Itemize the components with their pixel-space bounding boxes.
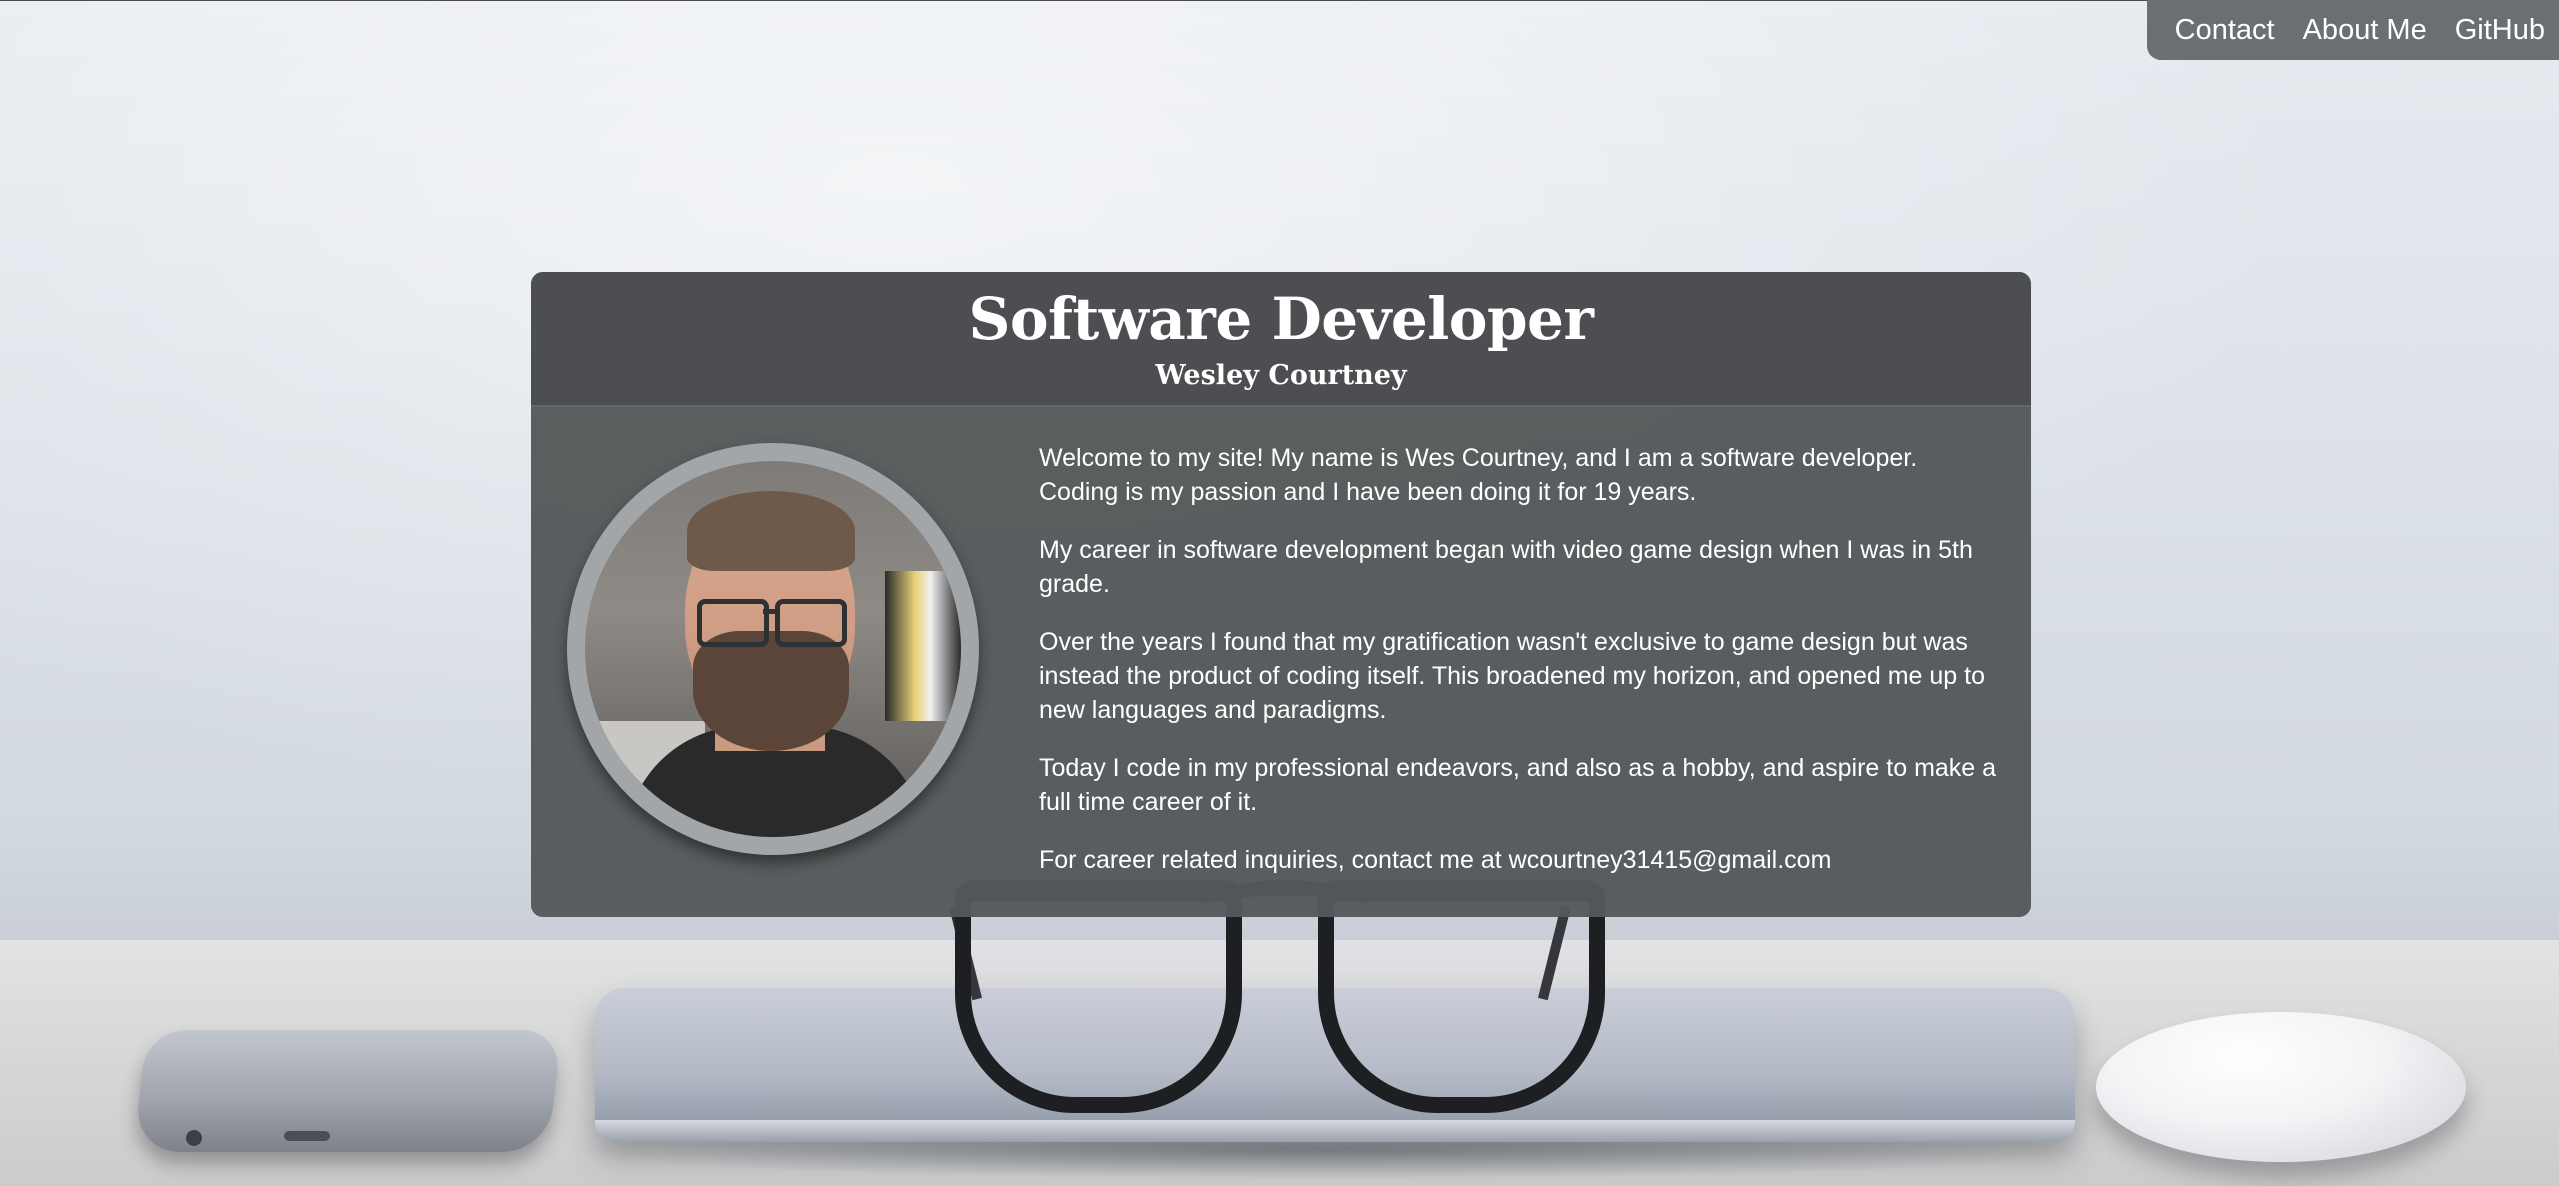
nav-contact-link[interactable]: Contact <box>2161 0 2289 60</box>
about-paragraph: Welcome to my site! My name is Wes Court… <box>1039 444 1918 506</box>
nav-about-me-link[interactable]: About Me <box>2289 0 2441 60</box>
about-card: Software Developer Wesley Courtney Welco… <box>531 272 2031 917</box>
card-body: Welcome to my site! My name is Wes Court… <box>531 407 2031 917</box>
photo-glasses-right <box>775 599 847 647</box>
about-paragraph: My career in software development began … <box>1039 536 1973 598</box>
photo-hair <box>687 491 855 571</box>
photo-background-shelf <box>885 571 961 721</box>
mouse-image <box>2096 1012 2466 1162</box>
laptop-edge <box>595 1120 2075 1142</box>
contact-prefix: For career related inquiries, contact me… <box>1039 846 1509 874</box>
photo-glasses-left <box>697 599 769 647</box>
contact-paragraph: For career related inquiries, contact me… <box>1039 843 1999 877</box>
about-paragraph: Today I code in my professional endeavor… <box>1039 754 1997 816</box>
nav-github-link[interactable]: GitHub <box>2441 0 2559 60</box>
phone-headphone-jack <box>186 1130 202 1146</box>
phone-port <box>284 1131 330 1141</box>
about-paragraph: Over the years I found that my gratifica… <box>1039 628 1985 724</box>
top-nav: Contact About Me GitHub <box>2146 0 2559 60</box>
page-title: Software Developer <box>968 285 1594 353</box>
photo-beard <box>693 631 849 751</box>
profile-photo <box>585 461 961 837</box>
page-subtitle: Wesley Courtney <box>1155 360 1407 391</box>
card-header: Software Developer Wesley Courtney <box>531 272 2031 407</box>
photo-glasses-bridge <box>763 609 777 614</box>
profile-photo-frame <box>567 443 979 855</box>
about-text: Welcome to my site! My name is Wes Court… <box>1039 441 1999 901</box>
contact-email: wcourtney31415@gmail.com <box>1508 846 1832 874</box>
